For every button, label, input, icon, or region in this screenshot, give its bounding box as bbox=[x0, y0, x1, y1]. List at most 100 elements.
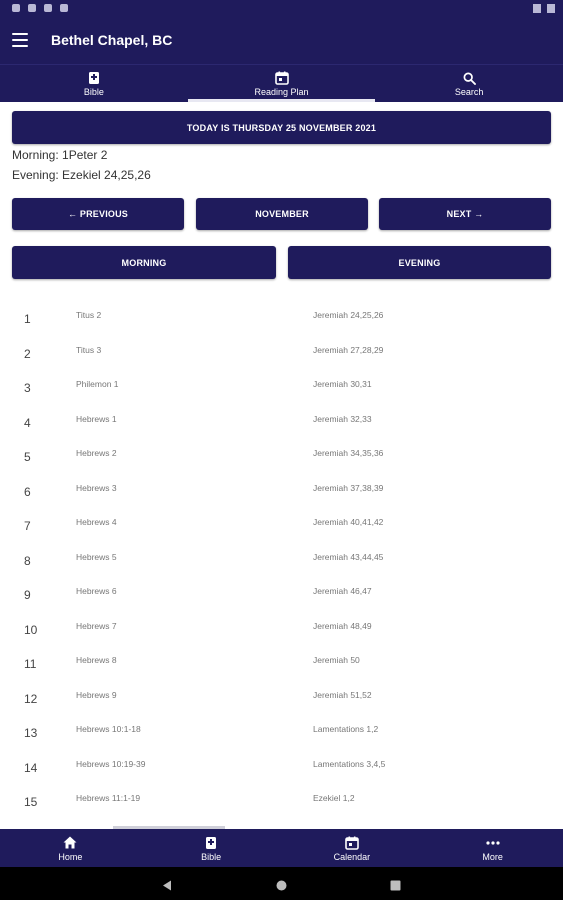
evening-passage: Jeremiah 46,47 bbox=[313, 586, 372, 596]
morning-passage: Philemon 1 bbox=[76, 379, 119, 389]
battery-icon bbox=[547, 4, 555, 13]
plan-row[interactable]: 15 Hebrews 11:1-19 Ezekiel 1,2 bbox=[0, 783, 563, 818]
morning-passage: Hebrews 11:1-19 bbox=[76, 793, 141, 803]
day-number: 12 bbox=[24, 691, 38, 706]
morning-passage: Hebrews 8 bbox=[76, 655, 117, 665]
evening-passage: Jeremiah 43,44,45 bbox=[313, 551, 384, 562]
plan-row[interactable]: 2 Titus 3 Jeremiah 27,28,29 bbox=[0, 335, 563, 370]
plan-row[interactable]: 7 Hebrews 4 Jeremiah 40,41,42 bbox=[0, 507, 563, 542]
notification-icon bbox=[12, 4, 20, 12]
day-number: 6 bbox=[24, 484, 31, 499]
evening-passage: Jeremiah 37,38,39 bbox=[313, 482, 384, 493]
system-icons bbox=[533, 4, 555, 13]
morning-passage: Hebrews 10:1-18 bbox=[76, 724, 141, 734]
day-number: 1 bbox=[24, 312, 31, 326]
day-number: 10 bbox=[24, 622, 38, 637]
app-title: Bethel Chapel, BC bbox=[51, 32, 173, 48]
morning-reading: Morning: 1Peter 2 bbox=[12, 148, 108, 162]
evening-toggle-button[interactable]: EVENING bbox=[288, 246, 551, 279]
notification-icon bbox=[44, 4, 52, 12]
evening-passage: Jeremiah 30,31 bbox=[313, 379, 372, 389]
morning-passage: Hebrews 7 bbox=[76, 620, 117, 631]
nav-label: Bible bbox=[201, 851, 222, 862]
day-number: 3 bbox=[24, 381, 31, 395]
more-icon bbox=[486, 835, 500, 851]
reading-plan-list: 1 Titus 2 Jeremiah 24,25,26 2 Titus 3 Jeremi… bbox=[0, 300, 563, 818]
evening-passage: Jeremiah 51,52 bbox=[313, 689, 372, 700]
menu-icon[interactable] bbox=[12, 33, 28, 47]
day-number: 14 bbox=[24, 760, 38, 775]
home-icon bbox=[63, 835, 77, 851]
nav-bible[interactable]: Bible bbox=[141, 829, 282, 867]
tab-bible[interactable]: Bible bbox=[0, 65, 188, 102]
status-bar bbox=[0, 0, 563, 18]
calendar-icon bbox=[274, 70, 289, 86]
plan-row[interactable]: 12 Hebrews 9 Jeremiah 51,52 bbox=[0, 680, 563, 715]
day-number: 13 bbox=[24, 726, 38, 740]
plan-row[interactable]: 1 Titus 2 Jeremiah 24,25,26 bbox=[0, 300, 563, 335]
plan-row[interactable]: 3 Philemon 1 Jeremiah 30,31 bbox=[0, 369, 563, 404]
nav-more[interactable]: More bbox=[422, 829, 563, 867]
nav-label: More bbox=[482, 851, 503, 862]
current-month-button[interactable]: NOVEMBER bbox=[196, 198, 368, 230]
plan-row[interactable]: 6 Hebrews 3 Jeremiah 37,38,39 bbox=[0, 473, 563, 508]
day-number: 7 bbox=[24, 519, 31, 533]
morning-passage: Titus 2 bbox=[76, 310, 102, 320]
system-navigation-bar bbox=[0, 867, 563, 900]
day-number: 11 bbox=[24, 657, 37, 671]
evening-passage: Lamentations 1,2 bbox=[313, 724, 379, 734]
tab-label: Search bbox=[454, 87, 484, 97]
nav-label: Calendar bbox=[333, 851, 371, 862]
day-number: 4 bbox=[24, 415, 31, 430]
day-number: 2 bbox=[24, 346, 31, 361]
tab-reading-plan[interactable]: Reading Plan bbox=[187, 65, 376, 102]
nav-label: Home bbox=[58, 851, 83, 862]
morning-passage: Hebrews 9 bbox=[76, 689, 117, 700]
plan-row[interactable]: 13 Hebrews 10:1-18 Lamentations 1,2 bbox=[0, 714, 563, 749]
notification-icon bbox=[60, 4, 68, 12]
day-number: 5 bbox=[24, 450, 31, 464]
day-number: 8 bbox=[24, 553, 31, 568]
top-tabs: Bible Reading Plan Search bbox=[0, 64, 563, 102]
nav-home[interactable]: Home bbox=[0, 829, 141, 867]
today-button[interactable]: TODAY IS THURSDAY 25 NOVEMBER 2021 bbox=[12, 111, 551, 144]
plan-row[interactable]: 10 Hebrews 7 Jeremiah 48,49 bbox=[0, 611, 563, 646]
morning-passage: Titus 3 bbox=[76, 344, 102, 355]
morning-passage: Hebrews 2 bbox=[76, 448, 117, 458]
morning-passage: Hebrews 1 bbox=[76, 413, 117, 424]
plan-row[interactable]: 9 Hebrews 6 Jeremiah 46,47 bbox=[0, 576, 563, 611]
tab-search[interactable]: Search bbox=[375, 65, 563, 102]
plan-row[interactable]: 4 Hebrews 1 Jeremiah 32,33 bbox=[0, 404, 563, 439]
evening-passage: Jeremiah 40,41,42 bbox=[313, 517, 384, 527]
morning-toggle-button[interactable]: MORNING bbox=[12, 246, 276, 279]
evening-passage: Jeremiah 32,33 bbox=[313, 413, 372, 424]
app-bar: Bethel Chapel, BC bbox=[0, 18, 563, 64]
plan-row[interactable]: 14 Hebrews 10:19-39 Lamentations 3,4,5 bbox=[0, 749, 563, 784]
plan-row[interactable]: 5 Hebrews 2 Jeremiah 34,35,36 bbox=[0, 438, 563, 473]
search-icon bbox=[463, 70, 476, 86]
previous-month-button[interactable]: ← PREVIOUS bbox=[12, 198, 184, 230]
home-circle-icon[interactable] bbox=[276, 878, 287, 896]
next-month-button[interactable]: NEXT → bbox=[379, 198, 551, 230]
evening-passage: Jeremiah 48,49 bbox=[313, 620, 372, 631]
evening-passage: Lamentations 3,4,5 bbox=[313, 758, 386, 769]
evening-passage: Jeremiah 34,35,36 bbox=[313, 448, 384, 458]
back-icon[interactable] bbox=[162, 878, 172, 896]
morning-passage: Hebrews 6 bbox=[76, 586, 117, 596]
nav-calendar[interactable]: Calendar bbox=[282, 829, 423, 867]
tab-label: Bible bbox=[83, 87, 104, 97]
morning-passage: Hebrews 4 bbox=[76, 517, 117, 527]
tab-label: Reading Plan bbox=[254, 87, 309, 97]
notification-icon bbox=[28, 4, 36, 12]
evening-passage: Jeremiah 50 bbox=[313, 655, 360, 665]
plan-row[interactable]: 8 Hebrews 5 Jeremiah 43,44,45 bbox=[0, 542, 563, 577]
recents-icon[interactable] bbox=[390, 878, 401, 896]
notification-icons bbox=[12, 4, 68, 12]
evening-passage: Ezekiel 1,2 bbox=[313, 793, 355, 803]
morning-passage: Hebrews 5 bbox=[76, 551, 117, 562]
evening-reading: Evening: Ezekiel 24,25,26 bbox=[12, 168, 151, 182]
book-icon bbox=[205, 835, 217, 851]
calendar-icon bbox=[345, 835, 359, 851]
plan-row[interactable]: 11 Hebrews 8 Jeremiah 50 bbox=[0, 645, 563, 680]
evening-passage: Jeremiah 24,25,26 bbox=[313, 310, 384, 320]
